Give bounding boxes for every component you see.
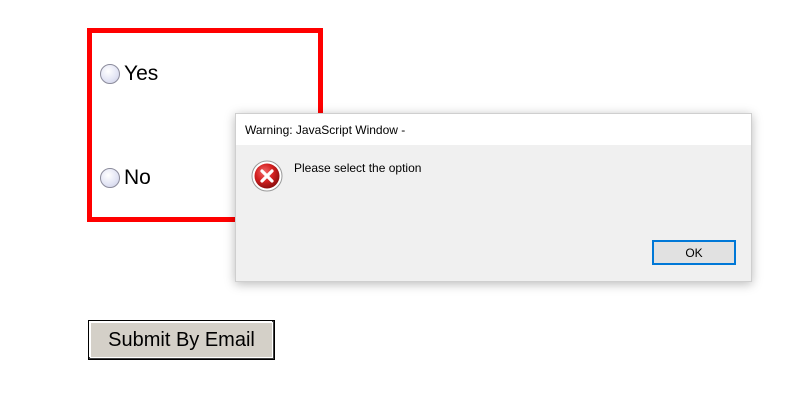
error-icon <box>251 160 283 192</box>
dialog-body: Please select the option OK <box>236 145 751 282</box>
ok-button[interactable]: OK <box>652 240 736 265</box>
radio-label-no: No <box>124 166 151 189</box>
radio-label-yes: Yes <box>124 62 159 85</box>
radio-option-no[interactable]: No <box>100 166 151 190</box>
submit-by-email-button[interactable]: Submit By Email <box>88 320 275 360</box>
dialog-titlebar[interactable]: Warning: JavaScript Window - <box>236 114 751 145</box>
radio-button-no[interactable] <box>100 168 120 188</box>
dialog-title: Warning: JavaScript Window - <box>245 122 406 137</box>
warning-dialog: Warning: JavaScript Window - Please sele… <box>235 113 752 282</box>
radio-option-yes[interactable]: Yes <box>100 62 158 86</box>
radio-button-yes[interactable] <box>100 64 120 84</box>
dialog-message: Please select the option <box>294 161 422 175</box>
